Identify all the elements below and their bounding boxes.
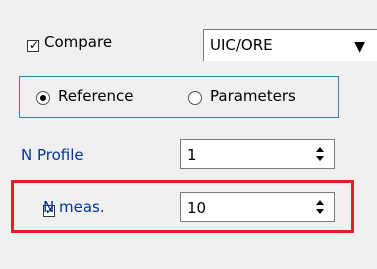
reference-radio[interactable] xyxy=(36,91,50,105)
standard-dropdown[interactable]: UIC/ORE ▼ xyxy=(203,29,377,61)
checkmark-icon: ✓ xyxy=(29,38,40,52)
n-profile-value[interactable]: 1 xyxy=(187,146,197,164)
spin-down-icon[interactable] xyxy=(316,156,324,161)
reference-label[interactable]: Reference xyxy=(58,87,134,105)
compare-label[interactable]: Compare xyxy=(44,33,112,51)
compare-checkbox[interactable]: ✓ xyxy=(27,38,40,52)
spin-up-icon[interactable] xyxy=(316,147,324,152)
n-profile-label: N Profile xyxy=(21,146,84,164)
parameters-label[interactable]: Parameters xyxy=(210,87,296,105)
n-profile-spinner[interactable]: 1 xyxy=(180,139,335,169)
spin-down-icon[interactable] xyxy=(316,209,324,214)
dropdown-arrow-icon[interactable]: ▼ xyxy=(354,39,365,55)
spinner-buttons[interactable] xyxy=(307,141,333,167)
parameters-radio[interactable] xyxy=(188,91,202,105)
n-meas-value[interactable]: 10 xyxy=(187,199,206,217)
dropdown-value: UIC/ORE xyxy=(210,36,273,54)
n-meas-label[interactable]: N meas. xyxy=(43,198,105,216)
spinner-buttons[interactable] xyxy=(307,194,333,220)
spin-up-icon[interactable] xyxy=(316,200,324,205)
n-meas-spinner[interactable]: 10 xyxy=(180,192,335,222)
radio-selected-dot-icon xyxy=(40,95,46,101)
mode-radio-group: Reference Parameters xyxy=(19,76,339,118)
